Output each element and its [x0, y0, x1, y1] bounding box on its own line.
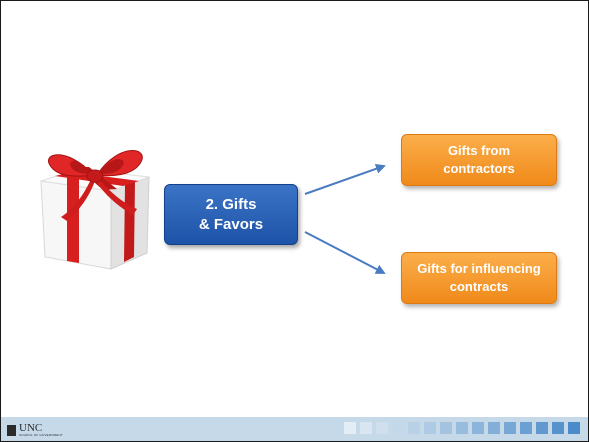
footer-square	[424, 422, 436, 434]
decorative-squares	[344, 422, 580, 434]
branch-node-gifts-from-contractors: Gifts from contractors	[401, 134, 557, 186]
center-node-line-2: & Favors	[198, 215, 264, 233]
logo-name: UNC	[19, 422, 43, 434]
branch-bottom-line-2: contracts	[449, 279, 509, 294]
footer-square	[456, 422, 468, 434]
footer-square	[392, 422, 404, 434]
unc-logo: UNC SCHOOL OF GOVERNMENT	[7, 423, 63, 437]
branch-node-gifts-for-influencing: Gifts for influencing contracts	[401, 252, 557, 304]
logo-subtitle: SCHOOL OF GOVERNMENT	[19, 433, 63, 437]
footer-square	[568, 422, 580, 434]
footer-square	[440, 422, 452, 434]
branch-top-line-2: contractors	[443, 161, 515, 176]
building-icon	[7, 424, 16, 436]
branch-top-line-1: Gifts from	[447, 143, 511, 158]
footer-square	[488, 422, 500, 434]
footer-bar: UNC SCHOOL OF GOVERNMENT	[1, 417, 588, 441]
footer-square	[552, 422, 564, 434]
footer-square	[360, 422, 372, 434]
footer-square	[536, 422, 548, 434]
footer-square	[520, 422, 532, 434]
branch-bottom-line-1: Gifts for influencing	[417, 261, 541, 276]
footer-square	[408, 422, 420, 434]
footer-square	[472, 422, 484, 434]
footer-square	[344, 422, 356, 434]
footer-square	[376, 422, 388, 434]
center-node-line-1: 2. Gifts	[205, 195, 257, 213]
footer-square	[504, 422, 516, 434]
center-node-gifts-favors: 2. Gifts & Favors	[164, 184, 298, 245]
arrow-to-bottom-branch	[304, 231, 386, 274]
arrow-to-top-branch	[304, 163, 386, 195]
slide: 2. Gifts & Favors Gifts from contractors…	[0, 0, 589, 442]
